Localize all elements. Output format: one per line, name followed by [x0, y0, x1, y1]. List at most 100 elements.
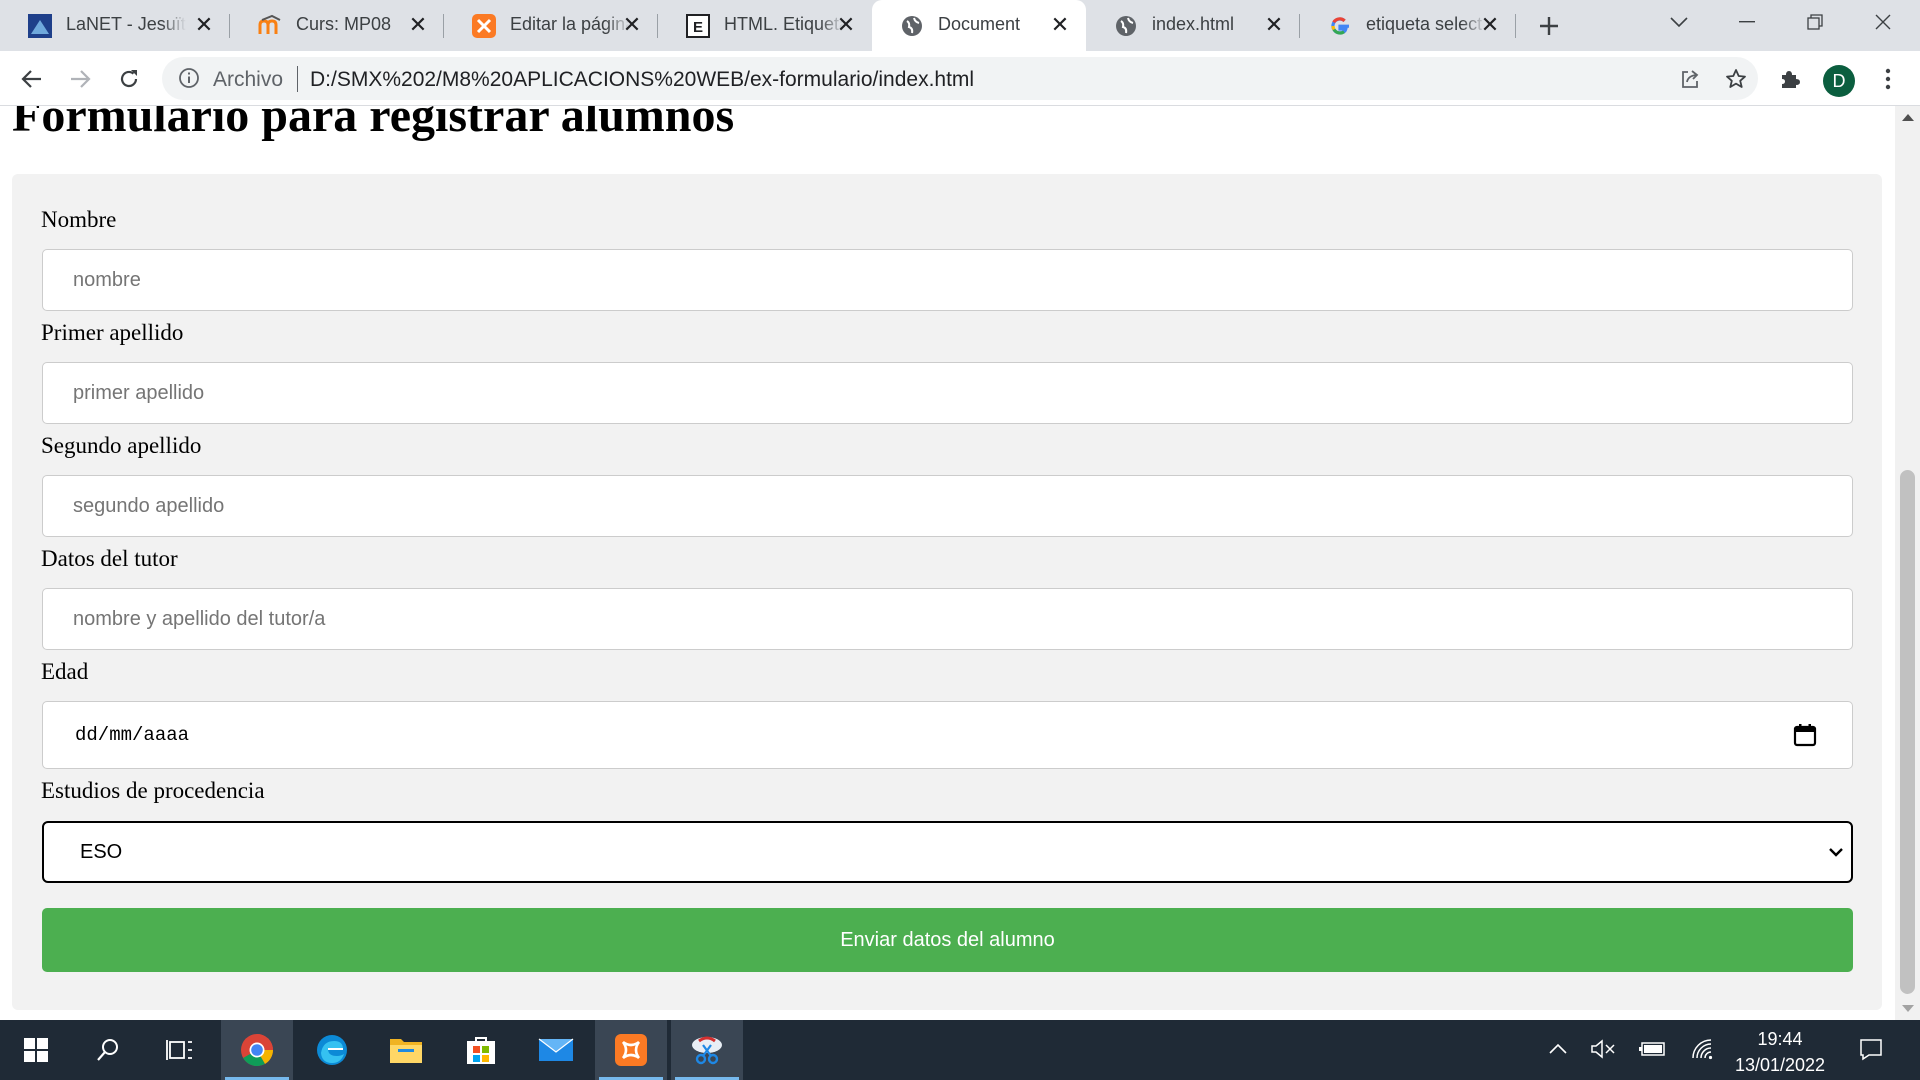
- bookmark-button[interactable]: [1720, 63, 1752, 95]
- taskbar-xampp[interactable]: [595, 1020, 667, 1080]
- profile-avatar[interactable]: D: [1823, 65, 1855, 97]
- share-button[interactable]: [1674, 63, 1706, 95]
- close-icon[interactable]: ✕: [192, 12, 216, 37]
- notification-icon: [1860, 1039, 1882, 1061]
- tab-editar-pagina[interactable]: Editar la página ✕: [444, 0, 658, 51]
- date-placeholder: dd/mm/aaaa: [75, 724, 190, 746]
- battery-button[interactable]: [1638, 1034, 1668, 1064]
- minimize-icon: [1739, 21, 1755, 23]
- chrome-icon: [241, 1034, 274, 1067]
- network-button[interactable]: [1688, 1034, 1718, 1064]
- mail-icon: [538, 1038, 574, 1061]
- tab-separator: [1515, 14, 1516, 38]
- volume-button[interactable]: [1588, 1034, 1618, 1064]
- edad-date-input[interactable]: dd/mm/aaaa: [42, 701, 1853, 769]
- tab-strip: LaNET - Jesuïtes ✕ Curs: MP08 ✕ Editar l…: [0, 0, 1920, 51]
- e-favicon-icon: E: [686, 14, 710, 38]
- restore-button[interactable]: [1781, 0, 1849, 44]
- submit-button[interactable]: Enviar datos del alumno: [42, 908, 1853, 972]
- address-url[interactable]: D:/SMX%202/M8%20APLICACIONS%20WEB/ex-for…: [310, 68, 974, 92]
- forward-button[interactable]: [64, 63, 96, 95]
- reload-icon: [120, 70, 138, 88]
- close-icon[interactable]: ✕: [1262, 12, 1286, 37]
- segundo-apellido-input[interactable]: [42, 475, 1853, 537]
- globe-icon: [900, 14, 924, 38]
- chevron-down-icon: [1670, 17, 1688, 28]
- tab-title: Document: [938, 14, 1021, 34]
- back-button[interactable]: [16, 63, 48, 95]
- address-bar[interactable]: Archivo D:/SMX%202/M8%20APLICACIONS%20WE…: [162, 57, 1758, 100]
- windows-logo-icon: [24, 1038, 48, 1062]
- arrow-right-icon: [71, 70, 91, 88]
- star-icon: [1726, 69, 1746, 88]
- share-icon: [1682, 70, 1699, 88]
- close-icon[interactable]: ✕: [1478, 12, 1502, 37]
- close-icon[interactable]: ✕: [406, 12, 430, 37]
- tab-document[interactable]: Document ✕: [872, 0, 1086, 51]
- minimize-button[interactable]: [1713, 0, 1781, 44]
- svg-text:E: E: [693, 19, 703, 36]
- search-icon: [97, 1039, 118, 1061]
- taskbar-edge[interactable]: [296, 1020, 368, 1080]
- label-edad: Edad: [41, 659, 89, 684]
- task-view-button[interactable]: [144, 1020, 216, 1080]
- tab-curs-mp08[interactable]: Curs: MP08 ✕: [230, 0, 444, 51]
- extensions-button[interactable]: [1774, 63, 1806, 95]
- arrow-left-icon: [21, 70, 41, 88]
- menu-button[interactable]: [1872, 63, 1904, 95]
- google-favicon-icon: [1328, 14, 1352, 38]
- tab-title: index.html: [1152, 14, 1235, 34]
- scroll-up-arrow-icon[interactable]: [1902, 114, 1914, 121]
- tab-search-button[interactable]: [1645, 0, 1713, 44]
- chevron-down-icon: [1827, 843, 1845, 861]
- tab-index-html[interactable]: index.html ✕: [1086, 0, 1300, 51]
- moodle-favicon-icon: [258, 14, 282, 38]
- clock-time: 19:44: [1757, 1029, 1803, 1049]
- volume-muted-icon: [1591, 1039, 1615, 1059]
- tab-html-etiquetas[interactable]: E HTML. Etiquetas ✕: [658, 0, 872, 51]
- close-icon[interactable]: ✕: [834, 12, 858, 37]
- browser-toolbar: Archivo D:/SMX%202/M8%20APLICACIONS%20WE…: [0, 51, 1920, 106]
- store-icon: [467, 1037, 495, 1064]
- edge-icon: [317, 1035, 347, 1065]
- nombre-input[interactable]: [42, 249, 1853, 311]
- show-hidden-icons-button[interactable]: [1543, 1034, 1573, 1064]
- taskbar-mail[interactable]: [520, 1020, 592, 1080]
- xampp-icon: [615, 1034, 647, 1066]
- taskbar-clock[interactable]: 19:44 13/01/2022: [1728, 1026, 1832, 1078]
- close-icon[interactable]: ✕: [1048, 12, 1072, 37]
- label-segundo-apellido: Segundo apellido: [41, 433, 202, 458]
- info-icon[interactable]: [178, 67, 200, 94]
- wifi-icon: [1692, 1039, 1713, 1060]
- taskbar-chrome[interactable]: [221, 1020, 293, 1080]
- clock-date: 13/01/2022: [1734, 1055, 1826, 1075]
- tab-lanet[interactable]: LaNET - Jesuïtes ✕: [0, 0, 230, 51]
- search-button[interactable]: [72, 1020, 144, 1080]
- battery-icon: [1639, 1042, 1665, 1056]
- reload-button[interactable]: [113, 63, 145, 95]
- estudios-select[interactable]: ESO: [42, 821, 1853, 883]
- plus-icon: [1540, 17, 1558, 35]
- taskbar-microsoft-store[interactable]: [445, 1020, 517, 1080]
- task-view-icon: [166, 1040, 192, 1060]
- primer-apellido-input[interactable]: [42, 362, 1853, 424]
- calendar-icon[interactable]: [1792, 722, 1818, 748]
- student-form: Nombre Primer apellido Segundo apellido …: [12, 174, 1882, 1010]
- notifications-button[interactable]: [1856, 1034, 1886, 1064]
- start-button[interactable]: [0, 1020, 72, 1080]
- scrollbar-thumb[interactable]: [1900, 470, 1915, 994]
- close-window-button[interactable]: [1849, 0, 1917, 44]
- xampp-favicon-icon: [472, 14, 496, 38]
- close-icon: [1875, 14, 1891, 30]
- label-tutor: Datos del tutor: [41, 546, 178, 571]
- page-scrollbar[interactable]: [1895, 106, 1920, 1020]
- more-vert-icon: [1885, 68, 1891, 90]
- close-icon[interactable]: ✕: [620, 12, 644, 37]
- new-tab-button[interactable]: [1533, 10, 1565, 42]
- scroll-down-arrow-icon[interactable]: [1902, 1005, 1914, 1012]
- taskbar-file-explorer[interactable]: [370, 1020, 442, 1080]
- tutor-input[interactable]: [42, 588, 1853, 650]
- label-nombre: Nombre: [41, 207, 117, 232]
- taskbar-snipping-tool[interactable]: [671, 1020, 743, 1080]
- tab-etiqueta-select[interactable]: etiqueta select ✕: [1300, 0, 1516, 51]
